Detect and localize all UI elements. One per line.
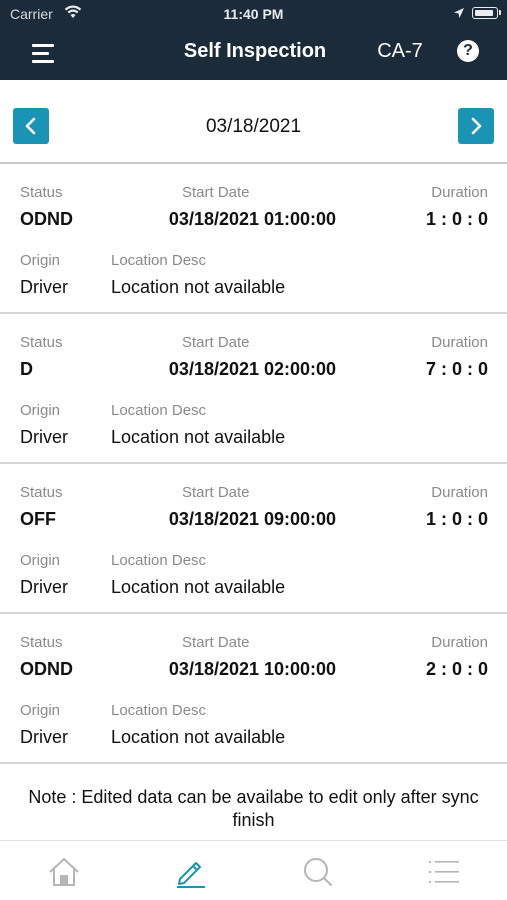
clock: 11:40 PM [223,6,284,22]
battery-icon [472,7,498,19]
sync-note: Note : Edited data can be availabe to ed… [28,787,479,830]
location-desc-label: Location Desc [111,252,207,269]
start-date-label: Start Date [182,484,250,501]
tab-bar [0,840,507,900]
date-navigator: 03/18/2021 [0,80,507,164]
status-label: Status [20,634,63,651]
list-item[interactable]: Status Start Date Duration ODND 03/18/20… [0,614,507,764]
duration-label: Duration [431,184,488,201]
duration-value: 1 : 0 : 0 [425,509,488,529]
list-icon [429,861,460,883]
tab-search[interactable] [254,841,381,900]
origin-value: Driver [20,727,68,747]
status-value: ODND [20,209,73,229]
start-date-label: Start Date [182,634,250,651]
duration-value: 1 : 0 : 0 [425,209,488,229]
tab-home[interactable] [0,841,127,900]
location-value: Location not available [111,727,286,747]
location-value: Location not available [111,427,286,447]
chevron-right-icon [471,117,482,135]
previous-day-button[interactable] [13,108,49,144]
start-date-value: 03/18/2021 10:00:00 [168,659,337,679]
location-value: Location not available [111,277,286,297]
status-label: Status [20,484,63,501]
start-date-value: 03/18/2021 09:00:00 [168,509,337,529]
list-item[interactable]: Status Start Date Duration ODND 03/18/20… [0,164,507,314]
menu-line [32,52,49,55]
start-date-label: Start Date [182,334,250,351]
battery-tip [499,10,501,15]
search-icon [303,858,332,886]
list-item[interactable]: Status Start Date Duration D 03/18/2021 … [0,314,507,464]
status-value: OFF [20,509,56,529]
location-value: Location not available [111,577,286,597]
menu-button[interactable] [26,38,62,68]
status-bar: Carrier 11:40 PM [0,0,507,28]
origin-label: Origin [20,402,61,419]
help-icon[interactable]: ? [457,40,479,62]
status-value: D [20,359,33,379]
records-list: Status Start Date Duration ODND 03/18/20… [0,164,507,764]
origin-value: Driver [20,427,68,447]
chevron-left-icon [25,117,36,135]
status-label: Status [20,184,63,201]
location-arrow-icon [454,8,464,18]
home-icon [49,858,79,886]
unit-code: CA-7 [377,40,423,62]
origin-label: Origin [20,552,61,569]
app-header: Carrier 11:40 PM Self Inspection CA-7 ? [0,0,507,80]
menu-line [32,44,54,47]
location-desc-label: Location Desc [111,552,207,569]
page-title: Self Inspection [183,40,327,62]
origin-value: Driver [20,577,68,597]
start-date-value: 03/18/2021 01:00:00 [168,209,337,229]
origin-value: Driver [20,277,68,297]
start-date-label: Start Date [182,184,250,201]
tab-list[interactable] [380,841,507,900]
location-desc-label: Location Desc [111,702,207,719]
tab-edit[interactable] [127,841,254,900]
origin-label: Origin [20,702,61,719]
duration-value: 7 : 0 : 0 [425,359,488,379]
location-desc-label: Location Desc [111,402,207,419]
list-item[interactable]: Status Start Date Duration OFF 03/18/202… [0,464,507,614]
origin-label: Origin [20,252,61,269]
start-date-value: 03/18/2021 02:00:00 [168,359,337,379]
duration-label: Duration [431,334,488,351]
menu-line [32,60,54,63]
pencil-edit-icon [176,862,205,888]
battery-level [474,9,493,16]
status-value: ODND [20,659,73,679]
duration-value: 2 : 0 : 0 [425,659,488,679]
selected-date: 03/18/2021 [205,116,302,137]
next-day-button[interactable] [458,108,494,144]
duration-label: Duration [431,634,488,651]
status-label: Status [20,334,63,351]
duration-label: Duration [431,484,488,501]
